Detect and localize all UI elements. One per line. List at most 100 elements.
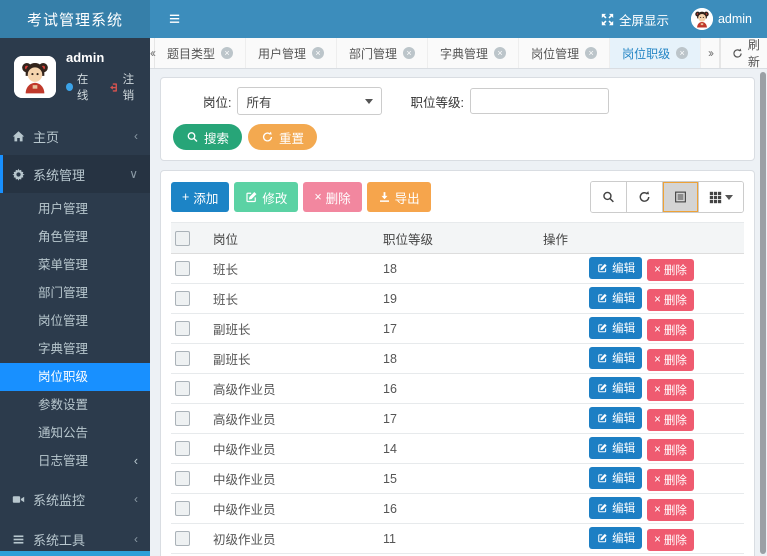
row-edit-button[interactable]: 编辑	[589, 496, 643, 519]
tab-post-rank[interactable]: 岗位职级 ×	[610, 38, 702, 68]
reset-button[interactable]: 重置	[248, 124, 318, 150]
column-header-post: 岗位	[209, 222, 379, 254]
close-icon[interactable]: ×	[221, 47, 234, 59]
logout-icon	[107, 82, 120, 93]
post-select[interactable]: 所有	[237, 87, 383, 115]
sidebar-item-notice[interactable]: 通知公告	[0, 419, 150, 447]
table-toolbar: + 添加 修改 × 删除 导出	[171, 181, 744, 213]
row-checkbox[interactable]	[175, 291, 190, 307]
row-edit-button[interactable]: 编辑	[589, 256, 643, 279]
edit-icon	[596, 353, 609, 363]
sidebar-toggle-icon[interactable]: ≡	[169, 10, 180, 29]
row-checkbox[interactable]	[175, 381, 190, 397]
row-checkbox[interactable]	[175, 351, 190, 367]
row-edit-button[interactable]: 编辑	[589, 436, 643, 459]
row-delete-button[interactable]: × 删除	[647, 528, 694, 551]
page-body: 岗位: 所有 职位等级: 搜索 重置 + 添加 修改 × 删除 导出 岗位 职位…	[150, 69, 767, 556]
table-row: 班长 18 编辑 × 删除	[171, 253, 744, 284]
sidebar-item-menu-mgmt[interactable]: 菜单管理	[0, 251, 150, 279]
user-menu[interactable]: admin	[690, 8, 752, 30]
logout-button[interactable]: 注销	[107, 71, 140, 103]
tab-dict-mgmt[interactable]: 字典管理 ×	[428, 38, 520, 68]
row-checkbox[interactable]	[175, 261, 190, 277]
sidebar-item-user-mgmt[interactable]: 用户管理	[0, 195, 150, 223]
search-button[interactable]: 搜索	[173, 124, 243, 150]
sidebar-item-role-mgmt[interactable]: 角色管理	[0, 223, 150, 251]
x-icon: ×	[314, 190, 322, 204]
row-delete-button[interactable]: × 删除	[647, 348, 694, 371]
row-edit-button[interactable]: 编辑	[589, 316, 643, 339]
tab-user-mgmt[interactable]: 用户管理 ×	[246, 38, 338, 68]
row-delete-button[interactable]: × 删除	[647, 378, 694, 401]
sidebar-item-log-mgmt[interactable]: 日志管理 ‹	[0, 447, 150, 475]
row-delete-button[interactable]: × 删除	[647, 498, 694, 521]
row-edit-button[interactable]: 编辑	[589, 286, 643, 309]
list-icon	[12, 533, 25, 546]
select-all-checkbox[interactable]	[175, 230, 190, 246]
vertical-scrollbar[interactable]	[760, 72, 766, 554]
sidebar-group-system[interactable]: 系统管理 ∨	[0, 155, 150, 193]
tab-bar: ‹‹ 题目类型 × 用户管理 × 部门管理 × 字典管理 × 岗位管理 × 岗位…	[150, 38, 767, 69]
row-checkbox[interactable]	[175, 441, 190, 457]
row-delete-button[interactable]: × 删除	[647, 408, 694, 431]
sidebar-user-panel: admin 在线 注销	[0, 38, 150, 117]
row-checkbox[interactable]	[175, 471, 190, 487]
online-status-dot	[66, 83, 73, 91]
row-edit-button[interactable]: 编辑	[589, 376, 643, 399]
detail-view-button[interactable]	[662, 182, 698, 212]
table-refresh-button[interactable]	[626, 182, 662, 212]
app-logo[interactable]: 考试管理系统	[0, 0, 150, 38]
close-icon[interactable]: ×	[312, 47, 325, 59]
table-search-toggle-button[interactable]	[591, 182, 626, 212]
row-checkbox[interactable]	[175, 501, 190, 517]
sidebar-item-dict-mgmt[interactable]: 字典管理	[0, 335, 150, 363]
row-edit-button[interactable]: 编辑	[589, 466, 643, 489]
table-row: 班长 19 编辑 × 删除	[171, 283, 744, 314]
row-edit-button[interactable]: 编辑	[589, 406, 643, 429]
chevron-down-icon	[725, 194, 733, 200]
row-checkbox[interactable]	[175, 531, 190, 547]
x-icon: ×	[654, 413, 661, 426]
close-icon[interactable]: ×	[676, 47, 689, 59]
row-delete-button[interactable]: × 删除	[647, 318, 694, 341]
online-status-label: 在线	[76, 74, 89, 102]
row-checkbox[interactable]	[175, 411, 190, 427]
sidebar-username: admin	[66, 50, 105, 65]
tab-post-mgmt[interactable]: 岗位管理 ×	[519, 38, 611, 68]
row-delete-button[interactable]: × 删除	[647, 438, 694, 461]
row-checkbox[interactable]	[175, 321, 190, 337]
modify-button[interactable]: 修改	[234, 182, 299, 212]
row-edit-button[interactable]: 编辑	[589, 346, 643, 369]
delete-button[interactable]: × 删除	[303, 182, 362, 212]
refresh-tab-button[interactable]: 刷新	[719, 38, 767, 69]
edit-icon	[596, 473, 609, 483]
fullscreen-button[interactable]: 全屏显示	[601, 10, 669, 29]
table-view-controls	[590, 181, 744, 213]
logout-label: 注销	[122, 74, 135, 102]
level-input[interactable]	[469, 88, 609, 114]
close-icon[interactable]: ×	[403, 47, 416, 59]
sidebar-item-params[interactable]: 参数设置	[0, 391, 150, 419]
data-table-panel: + 添加 修改 × 删除 导出 岗位 职位等级 操作 班长 18 编辑 × 删除…	[160, 170, 755, 556]
row-delete-button[interactable]: × 删除	[647, 468, 694, 491]
edit-icon	[596, 533, 609, 543]
tab-dept-mgmt[interactable]: 部门管理 ×	[337, 38, 429, 68]
sidebar-item-dept-mgmt[interactable]: 部门管理	[0, 279, 150, 307]
close-icon[interactable]: ×	[494, 47, 507, 59]
tabs-scroll-right-button[interactable]: ››	[701, 38, 720, 68]
row-edit-button[interactable]: 编辑	[589, 526, 643, 549]
sidebar-item-monitor[interactable]: 系统监控 ‹	[0, 479, 150, 519]
sidebar-item-home[interactable]: 主页 ‹	[0, 117, 150, 155]
row-delete-button[interactable]: × 删除	[647, 258, 694, 281]
x-icon: ×	[654, 353, 661, 366]
sidebar-item-post-mgmt[interactable]: 岗位管理	[0, 307, 150, 335]
add-button[interactable]: + 添加	[171, 182, 230, 212]
export-button[interactable]: 导出	[366, 182, 431, 212]
row-delete-button[interactable]: × 删除	[647, 288, 694, 311]
tab-question-type[interactable]: 题目类型 ×	[155, 38, 247, 68]
close-icon[interactable]: ×	[585, 47, 598, 59]
sidebar-menu: 主页 ‹ 系统管理 ∨ 用户管理 角色管理 菜单管理 部门管理 岗位管理 字典管…	[0, 117, 150, 556]
table-header-row: 岗位 职位等级 操作	[171, 222, 744, 254]
columns-dropdown-button[interactable]	[698, 182, 743, 212]
sidebar-item-post-rank[interactable]: 岗位职级	[0, 363, 150, 391]
